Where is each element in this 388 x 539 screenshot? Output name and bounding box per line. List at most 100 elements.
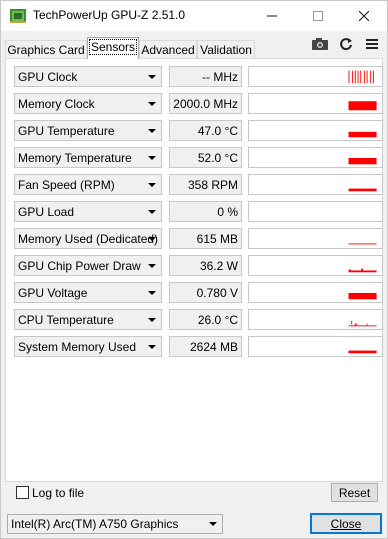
sensor-value-text: -- MHz [202,70,238,84]
sensor-name: System Memory Used [18,340,137,354]
sensor-graph [248,309,383,330]
sensor-row-system-memory-used: System Memory Used 2624 MB [14,336,383,358]
sensor-value: 26.0 °C [169,309,242,330]
close-window-button[interactable] [341,1,387,31]
sensor-value-text: 358 RPM [187,178,238,192]
close-button[interactable]: Close [310,513,382,534]
sensor-select[interactable]: GPU Temperature [14,120,162,141]
sensor-graph [248,93,383,114]
sensor-graph [248,66,383,87]
sensor-value-text: 52.0 °C [197,151,238,165]
menu-icon[interactable] [363,37,381,51]
log-to-file-label[interactable]: Log to file [32,486,84,500]
sensor-name: Memory Clock [18,97,95,111]
sensor-select[interactable]: GPU Chip Power Draw [14,255,162,276]
sensor-value: 2000.0 MHz [169,93,242,114]
sensor-value: 0.780 V [169,282,242,303]
sensor-row-gpu-voltage: GPU Voltage 0.780 V [14,282,383,304]
sensor-name: GPU Load [18,205,75,219]
log-to-file-checkbox[interactable] [16,486,29,499]
sensor-value: 0 % [169,201,242,222]
tab-label: Advanced [141,43,195,57]
sensor-value-text: 2000.0 MHz [173,97,238,111]
sensor-name: Memory Used (Dedicated) [18,232,159,246]
tab-sensors[interactable]: Sensors [87,37,139,59]
sensor-graph [248,282,383,303]
sensor-row-memory-temperature: Memory Temperature 52.0 °C [14,147,383,169]
chevron-down-icon [148,264,156,268]
chevron-down-icon [209,522,217,526]
sensor-select[interactable]: GPU Clock [14,66,162,87]
sensor-graph [248,147,383,168]
sensor-value: -- MHz [169,66,242,87]
sensor-select[interactable]: Memory Clock [14,93,162,114]
sensor-name: CPU Temperature [18,313,114,327]
tab-advanced[interactable]: Advanced [139,40,197,59]
sensor-select[interactable]: GPU Load [14,201,162,222]
tab-label: Sensors [88,39,138,55]
sensor-select[interactable]: CPU Temperature [14,309,162,330]
sensor-select[interactable]: System Memory Used [14,336,162,357]
sensor-select[interactable]: Memory Temperature [14,147,162,168]
sensor-value: 2624 MB [169,336,242,357]
sensor-value-text: 2624 MB [189,340,238,354]
sensor-row-memory-used: Memory Used (Dedicated) 615 MB [14,228,383,250]
tab-graphics-card[interactable]: Graphics Card [5,40,87,59]
sensor-row-gpu-load: GPU Load 0 % [14,201,383,223]
sensor-row-fan-speed: Fan Speed (RPM) 358 RPM [14,174,383,196]
chevron-down-icon [148,291,156,295]
sensor-name: Memory Temperature [18,151,132,165]
device-name: Intel(R) Arc(TM) A750 Graphics [11,517,179,531]
sensor-row-memory-clock: Memory Clock 2000.0 MHz [14,93,383,115]
close-icon [359,11,369,21]
maximize-button[interactable] [295,1,341,31]
sensor-graph [248,255,383,276]
tab-label: Graphics Card [7,43,85,57]
minimize-icon [267,15,277,17]
title-bar[interactable]: TechPowerUp GPU-Z 2.51.0 [1,1,387,31]
window-title: TechPowerUp GPU-Z 2.51.0 [33,8,186,22]
sensor-select[interactable]: GPU Voltage [14,282,162,303]
sensor-name: GPU Chip Power Draw [18,259,141,273]
chevron-down-icon [148,183,156,187]
gpuz-window: TechPowerUp GPU-Z 2.51.0 Graphics Card S… [0,0,388,539]
sensor-value-text: 615 MB [196,232,238,246]
tab-validation[interactable]: Validation [197,40,255,59]
sensor-value: 615 MB [169,228,242,249]
sensor-row-gpu-chip-power: GPU Chip Power Draw 36.2 W [14,255,383,277]
sensor-graph [248,336,383,357]
chevron-down-icon [148,156,156,160]
sensor-row-cpu-temperature: CPU Temperature 26.0 °C [14,309,383,331]
sensor-name: GPU Voltage [18,286,88,300]
sensor-graph [248,201,383,222]
reset-button[interactable]: Reset [331,483,378,502]
sensor-value-text: 26.0 °C [197,313,238,327]
sensors-panel: GPU Clock -- MHz Memory Clock 2000.0 MHz [5,58,383,482]
app-icon [10,9,26,23]
sensor-select[interactable]: Fan Speed (RPM) [14,174,162,195]
tab-label: Validation [200,43,252,57]
maximize-icon [313,11,323,21]
sensor-value-text: 0 % [217,205,238,219]
chevron-down-icon [148,129,156,133]
device-select[interactable]: Intel(R) Arc(TM) A750 Graphics [7,514,223,534]
sensor-name: Fan Speed (RPM) [18,178,115,192]
sensor-value-text: 0.780 V [196,286,238,300]
sensor-graph [248,228,383,249]
sensor-value: 36.2 W [169,255,242,276]
sensor-name: GPU Clock [18,70,78,84]
close-label: Close [330,517,362,531]
sensor-value-text: 47.0 °C [197,124,238,138]
chevron-down-icon [148,75,156,79]
minimize-button[interactable] [249,1,295,31]
sensor-select[interactable]: Memory Used (Dedicated) [14,228,162,249]
chevron-down-icon [148,102,156,106]
sensor-graph [248,174,383,195]
camera-icon[interactable] [311,37,329,51]
refresh-icon[interactable] [337,37,355,51]
chevron-down-icon [148,318,156,322]
sensor-value: 52.0 °C [169,147,242,168]
sensor-value: 358 RPM [169,174,242,195]
chevron-down-icon [148,345,156,349]
sensor-value-text: 36.2 W [199,259,238,273]
